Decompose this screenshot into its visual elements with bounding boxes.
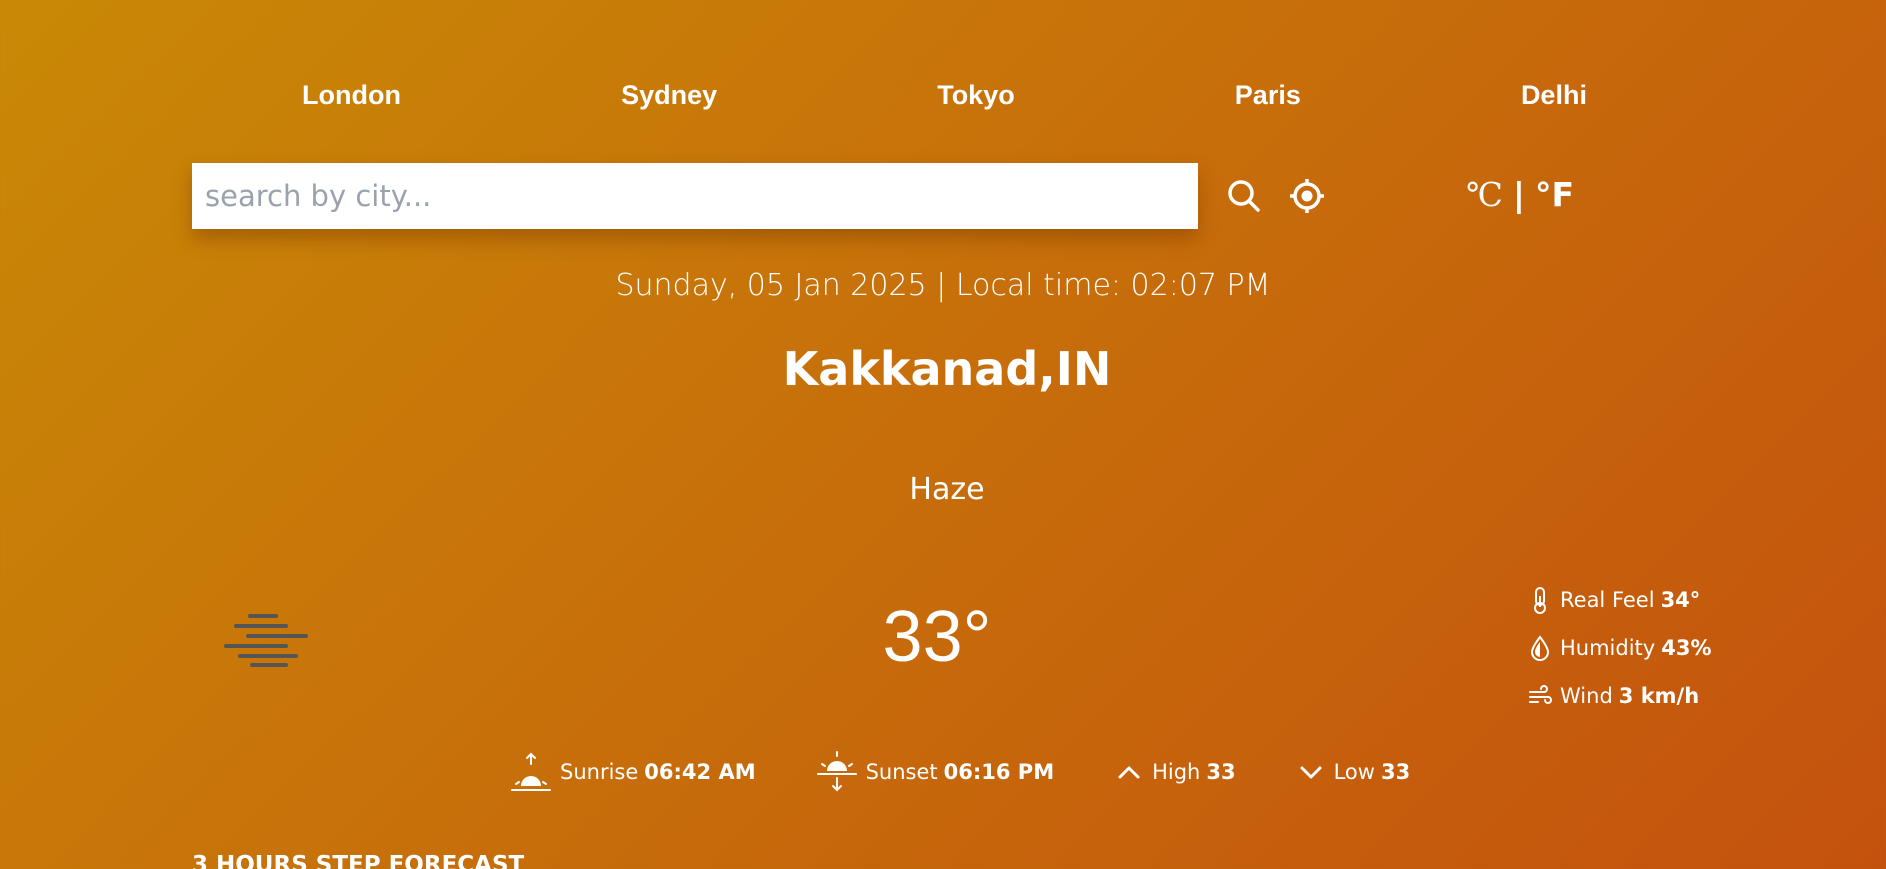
city-button-paris[interactable]: Paris — [1225, 76, 1311, 115]
search-icon[interactable] — [1225, 177, 1263, 215]
search-input[interactable] — [192, 163, 1198, 229]
celsius-button[interactable]: ℃ — [1466, 175, 1503, 214]
sunset-icon — [816, 751, 857, 792]
city-quick-links: London Sydney Tokyo Paris Delhi — [192, 76, 1697, 115]
sunset-label: Sunset — [865, 760, 938, 784]
chevron-up-icon — [1118, 766, 1140, 779]
high-value: 33 — [1206, 760, 1236, 784]
city-button-sydney[interactable]: Sydney — [611, 76, 727, 115]
sun-and-range-row: Sunrise 06:42 AM Sunset 06:16 PM High 33… — [510, 750, 1470, 794]
humidity-value: 43% — [1661, 636, 1712, 660]
real-feel-label: Real Feel — [1560, 588, 1655, 612]
fahrenheit-button[interactable]: °F — [1535, 175, 1574, 214]
city-button-london[interactable]: London — [292, 76, 411, 115]
humidity-row: Humidity 43% — [1528, 624, 1711, 672]
sunrise-icon — [511, 752, 551, 791]
wind-row: Wind 3 km/h — [1528, 672, 1711, 720]
wind-icon — [1529, 685, 1552, 704]
sunrise-label: Sunrise — [560, 760, 639, 784]
city-button-delhi[interactable]: Delhi — [1511, 76, 1597, 115]
local-datetime: Sunday, 05 Jan 2025 | Local time: 02:07 … — [615, 268, 1271, 303]
low-value: 33 — [1380, 760, 1411, 784]
wind-value: 3 km/h — [1618, 684, 1700, 708]
city-button-tokyo[interactable]: Tokyo — [927, 76, 1025, 115]
high-label: High — [1152, 760, 1201, 784]
sunrise-item: Sunrise 06:42 AM — [510, 750, 756, 794]
search-bar: ℃ | °F — [192, 163, 1697, 229]
wind-label: Wind — [1560, 684, 1613, 708]
weather-details: Real Feel 34° Humidity 43% Wind 3 km/h — [1528, 576, 1711, 720]
location-crosshair-icon[interactable] — [1288, 177, 1326, 215]
thermometer-icon — [1534, 587, 1546, 614]
location-title: Kakkanad,IN — [782, 342, 1112, 396]
real-feel-row: Real Feel 34° — [1528, 576, 1711, 624]
low-item: Low 33 — [1296, 757, 1411, 787]
unit-toggle: ℃ | °F — [1466, 175, 1574, 214]
humidity-label: Humidity — [1560, 636, 1656, 660]
high-item: High 33 — [1114, 757, 1236, 787]
real-feel-value: 34° — [1660, 588, 1701, 612]
low-label: Low — [1333, 760, 1375, 784]
sunrise-value: 06:42 AM — [644, 760, 756, 784]
sunset-value: 06:16 PM — [943, 760, 1055, 784]
chevron-down-icon — [1300, 766, 1322, 779]
sunset-item: Sunset 06:16 PM — [816, 750, 1055, 794]
unit-separator: | — [1512, 175, 1525, 214]
weather-condition: Haze — [909, 472, 985, 507]
droplet-icon — [1530, 635, 1550, 661]
forecast-section-title: 3 HOURS STEP FORECAST — [192, 852, 525, 869]
